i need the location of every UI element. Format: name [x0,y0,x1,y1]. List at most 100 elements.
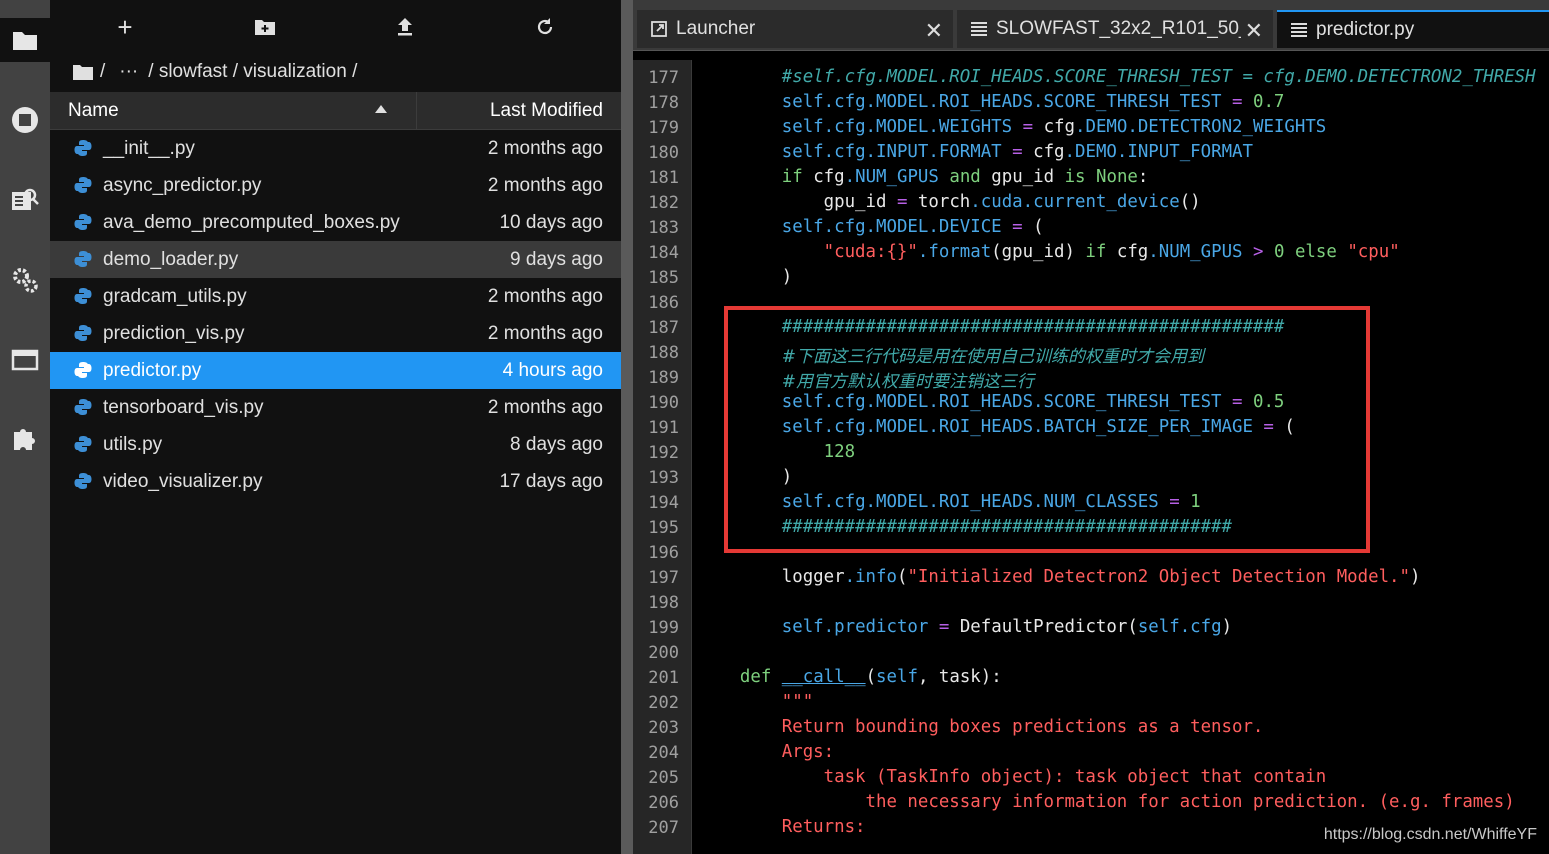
tab-predictor-py[interactable]: predictor.py [1277,10,1549,48]
file-row-selected[interactable]: predictor.py 4 hours ago [50,352,621,389]
line-number: 203 [648,718,679,738]
file-name: __init__.py [103,138,195,159]
line-number: 201 [648,668,679,688]
tab-bar: Launcher ✕ SLOWFAST_32x2_R101_50_50 ✕ pr… [633,0,1549,51]
file-row[interactable]: async_predictor.py 2 months ago [50,167,621,204]
file-row[interactable]: utils.py 8 days ago [50,426,621,463]
file-row[interactable]: gradcam_utils.py 2 months ago [50,278,621,315]
file-browser-toolbar: + [50,0,621,54]
file-name: prediction_vis.py [103,323,245,344]
python-file-icon [74,140,92,156]
folder-icon[interactable] [0,18,50,62]
file-row[interactable]: prediction_vis.py 2 months ago [50,315,621,352]
file-list: __init__.py 2 months ago async_predictor… [50,130,621,500]
home-folder-icon[interactable] [72,63,94,81]
line-number: 179 [648,118,679,138]
line-number: 196 [648,543,679,563]
column-divider[interactable] [416,92,417,129]
code-token: self [781,92,824,112]
running-icon[interactable] [0,98,50,142]
code-token: torch [917,192,971,212]
code-editor[interactable]: 177 178 179 180 181 182 183 184 185 186 … [633,60,1549,854]
code-docstring: Args: [781,742,835,762]
code-token: self [781,617,824,637]
code-token: .info [844,567,897,587]
name-column-header[interactable]: Name [68,100,119,122]
line-number: 200 [648,643,679,663]
close-icon[interactable]: ✕ [925,18,943,44]
code-token: cfg [1043,117,1075,137]
code-token: self [781,142,824,162]
code-token: ( [1033,217,1044,237]
breadcrumb-ellipsis[interactable]: ··· [119,61,138,83]
code-docstring: the necessary information for action pre… [865,792,1515,812]
code-token: .cfg.MODEL.DEVICE [823,217,1002,237]
file-row[interactable]: tensorboard_vis.py 2 months ago [50,389,621,426]
breadcrumb-path[interactable]: / slowfast / visualization / [148,61,357,83]
code-line: gpu_id = torch.cuda.current_device() [823,192,1201,212]
code-token: self [876,667,918,687]
file-name: ava_demo_precomputed_boxes.py [103,212,400,233]
new-launcher-button[interactable]: + [110,12,140,42]
code-token: None [1096,167,1138,187]
file-row[interactable]: ava_demo_precomputed_boxes.py 10 days ag… [50,204,621,241]
code-token: .DEMO.INPUT_FORMAT [1064,142,1253,162]
sort-ascending-icon[interactable] [375,105,387,113]
code-token: .cfg.INPUT.FORMAT [823,142,1002,162]
settings-icon[interactable] [0,258,50,302]
file-modified: 2 months ago [487,397,603,418]
file-row[interactable]: demo_loader.py 9 days ago [50,241,621,278]
close-icon[interactable]: ✕ [1240,18,1263,44]
refresh-button[interactable] [530,12,560,42]
tab-label: predictor.py [1316,19,1415,40]
code-token: "cuda:{}" [823,242,918,262]
upload-icon [398,18,412,36]
tab-slowfast-config[interactable]: SLOWFAST_32x2_R101_50_50 ✕ [957,10,1273,48]
upload-button[interactable] [390,12,420,42]
code-line: self.cfg.MODEL.ROI_HEADS.SCORE_THRESH_TE… [781,92,1285,112]
tab-launcher[interactable]: Launcher ✕ [637,10,953,48]
file-row[interactable]: __init__.py 2 months ago [50,130,621,167]
line-number: 195 [648,518,679,538]
activity-bar [0,0,50,854]
extension-icon[interactable] [0,416,50,460]
code-token: ) [1221,617,1233,637]
file-name: demo_loader.py [103,249,239,270]
file-modified: 4 hours ago [502,360,603,381]
file-modified: 17 days ago [499,471,603,492]
code-token: DefaultPredictor( [959,617,1138,637]
code-line: self.cfg.MODEL.WEIGHTS = cfg.DEMO.DETECT… [781,117,1327,137]
tab-label: Launcher [676,18,756,39]
line-number: 199 [648,618,679,638]
code-line: self.predictor = DefaultPredictor(self.c… [781,617,1233,637]
code-token: is [1064,167,1086,187]
line-number: 198 [648,593,679,613]
line-number: 181 [648,168,679,188]
code-token: cfg [813,167,845,187]
code-token: def [739,667,772,687]
watermark: https://blog.csdn.net/WhiffeYF [1323,826,1537,843]
last-modified-column-header[interactable]: Last Modified [490,100,603,122]
code-token: ( [865,667,877,687]
line-number: 190 [648,393,679,413]
code-token: ) [781,267,793,287]
line-number: 180 [648,143,679,163]
code-line: #self.cfg.MODEL.ROI_HEADS.SCORE_THRESH_T… [698,67,1536,92]
text-file-icon [1291,23,1307,37]
new-folder-button[interactable] [250,12,280,42]
line-number: 191 [648,418,679,438]
code-token: (gpu_id) [991,242,1075,262]
python-file-icon [74,436,92,452]
code-token: self [1137,617,1180,637]
line-number: 177 [648,68,679,88]
code-line: """ [698,692,813,717]
commands-icon[interactable] [0,178,50,222]
breadcrumb-root[interactable]: / [100,61,105,83]
code-line: def __call__(self, task): [698,667,1002,692]
file-row[interactable]: video_visualizer.py 17 days ago [50,463,621,500]
line-number: 197 [648,568,679,588]
python-file-icon [74,288,92,304]
tabs-icon[interactable] [0,338,50,382]
panel-splitter[interactable] [621,0,633,854]
file-list-header: Name Last Modified [50,92,621,130]
